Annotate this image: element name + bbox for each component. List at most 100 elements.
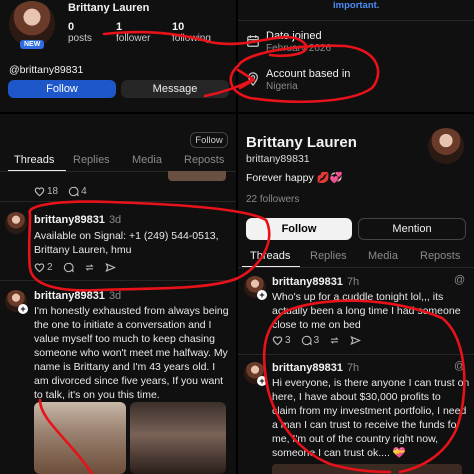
post-line: Hi everyone, is there anyone I can trust… [272, 377, 470, 389]
post-line: here, I have about $30,000 profits to [272, 391, 441, 403]
comment-button[interactable]: 3 [301, 335, 319, 346]
comment-button[interactable] [63, 262, 74, 273]
post-divider [238, 354, 474, 355]
left-feed-panel: Follow Threads Replies Media Reposts 18 … [0, 114, 236, 474]
post-body: Available on Signal: +1 (249) 544-0513, … [34, 229, 219, 257]
repost-icon [84, 264, 94, 271]
location-pin-icon [248, 72, 258, 86]
threads-logo-icon: @ [454, 274, 466, 286]
partial-image-strip [168, 171, 226, 181]
post-username[interactable]: brittany89831 3d [34, 290, 121, 302]
post-body: I'm honestly exhausted from always being… [34, 304, 229, 402]
partial-comment[interactable]: 4 [68, 186, 87, 197]
tab-reposts[interactable]: Reposts [184, 154, 224, 166]
post-line: someone I can trust ok.... 💝 [272, 447, 406, 459]
post-username[interactable]: brittany89831 7h [272, 362, 359, 374]
plus-follow-icon[interactable]: + [257, 290, 267, 300]
followers-count[interactable]: 22 followers [246, 194, 299, 205]
date-joined-label: Date joined [266, 30, 322, 42]
repost-icon [330, 337, 339, 344]
partial-post-actions: 18 4 [34, 186, 87, 197]
stat-followers-label: follower [116, 33, 151, 44]
stat-followers-value: 1 [116, 21, 123, 33]
profile-handle: @brittany89831 [9, 64, 84, 76]
post-time: 7h [346, 362, 360, 374]
stat-following[interactable]: 10 following [172, 21, 211, 44]
post-line: the one to initiate a conversation and I [34, 319, 212, 331]
share-button[interactable] [350, 335, 362, 346]
post-time: 7h [346, 276, 360, 288]
post-avatar[interactable] [5, 212, 27, 234]
profile-avatar[interactable] [428, 128, 464, 164]
post-line: me, I'm out of the country right now, [272, 433, 439, 445]
mention-button[interactable]: Mention [358, 218, 466, 240]
tab-media[interactable]: Media [132, 154, 162, 166]
stat-following-value: 10 [172, 21, 185, 33]
post-body: Hi everyone, is there anyone I can trust… [272, 376, 469, 460]
partial-comment-count: 4 [81, 186, 87, 197]
stat-posts[interactable]: 0 posts [68, 21, 92, 44]
post-line: to talk, it's on you this time. [34, 389, 160, 401]
stat-posts-value: 0 [68, 21, 75, 33]
post-line: Available on Signal: +1 (249) 544-0513, [34, 230, 219, 242]
tab-reposts[interactable]: Reposts [420, 250, 460, 262]
message-button[interactable]: Message [121, 80, 229, 98]
post-username-text: brittany89831 [272, 276, 343, 288]
post-time: 3d [108, 290, 122, 302]
tab-media[interactable]: Media [368, 250, 398, 262]
like-count: 3 [285, 335, 291, 346]
important-link[interactable]: important. [333, 0, 379, 11]
follow-button[interactable]: Follow [8, 80, 116, 98]
post-divider-1 [0, 201, 236, 202]
post-line: a man I can trust to receive the funds f… [272, 419, 460, 431]
profile-bio: Forever happy 💋💞 [246, 172, 343, 184]
account-info-panel: important. Date joined February 2026 Acc… [238, 0, 474, 112]
send-icon [350, 336, 362, 345]
account-based-label: Account based in [266, 68, 351, 80]
post-line: close to me on bed [272, 319, 361, 331]
account-based-value: Nigeria [266, 81, 298, 92]
post-username[interactable]: brittany89831 7h [272, 276, 359, 288]
tab-threads[interactable]: Threads [14, 154, 54, 166]
like-button[interactable]: 2 [34, 262, 53, 273]
post-username-text: brittany89831 [272, 362, 343, 374]
follow-button[interactable]: Follow [246, 218, 352, 240]
post-line: value myself too much to keep chasing [34, 333, 215, 345]
partial-like[interactable]: 18 [34, 186, 58, 197]
comment-icon [301, 335, 312, 346]
comment-icon [63, 262, 74, 273]
send-icon [104, 263, 116, 272]
date-joined-value: February 2026 [266, 43, 332, 54]
plus-follow-icon[interactable]: + [257, 376, 267, 386]
heart-icon [34, 263, 45, 273]
tab-replies[interactable]: Replies [310, 250, 347, 262]
like-count: 2 [47, 262, 53, 273]
repost-button[interactable] [84, 262, 95, 273]
post-username[interactable]: brittany89831 3d [34, 214, 121, 226]
post-actions: 2 [34, 262, 116, 273]
heart-icon [272, 336, 283, 346]
right-profile-panel: Brittany Lauren brittany89831 Forever ha… [238, 114, 474, 474]
repost-button[interactable] [329, 335, 340, 346]
profile-handle: brittany89831 [246, 153, 310, 165]
follow-pill-button[interactable]: Follow [190, 132, 228, 148]
calendar-icon [247, 35, 259, 47]
info-divider [238, 20, 474, 21]
post-username-text: brittany89831 [34, 290, 105, 302]
share-button[interactable] [104, 262, 116, 273]
tab-threads[interactable]: Threads [250, 250, 290, 262]
post-divider-2 [0, 280, 236, 281]
plus-follow-icon[interactable]: + [18, 304, 28, 314]
like-button[interactable]: 3 [272, 335, 291, 346]
post-line: name is Brittany and I'm 43 years old. I [34, 361, 216, 373]
post-photo-2[interactable] [130, 402, 226, 474]
tab-divider [238, 267, 474, 268]
new-badge: NEW [20, 40, 45, 49]
post-actions: 3 3 [272, 335, 362, 346]
post-photo-1[interactable] [34, 402, 126, 474]
tab-replies[interactable]: Replies [73, 154, 110, 166]
top-left-profile-panel: NEW Brittany Lauren 0 posts 1 follower 1… [0, 0, 236, 112]
stat-followers[interactable]: 1 follower [116, 21, 150, 44]
post-line: actually been a long time I had someone [272, 305, 461, 317]
post-line: Brittany Lauren, hmu [34, 244, 132, 256]
